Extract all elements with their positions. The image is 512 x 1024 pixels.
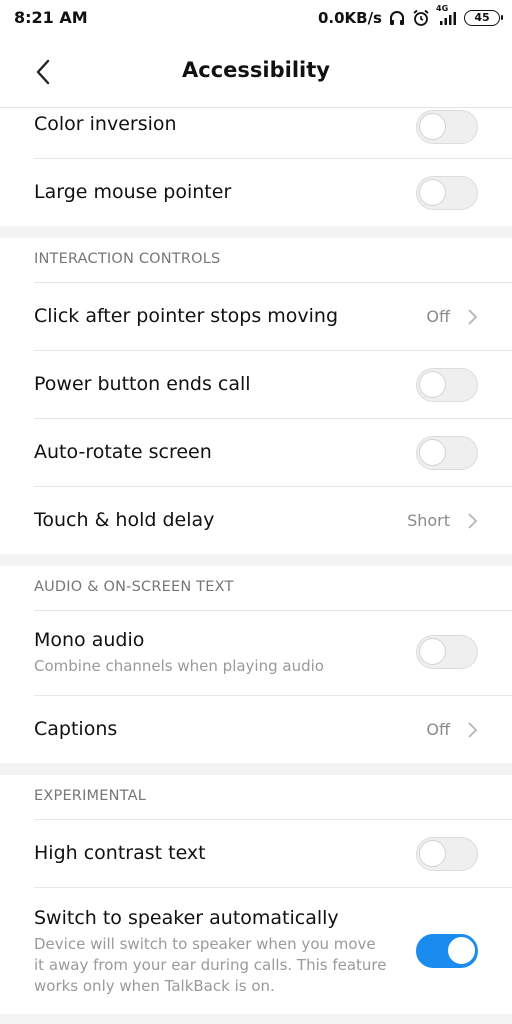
settings-list: Color inversion Large mouse pointer INTE… (0, 109, 512, 1024)
setting-value: Off (426, 307, 450, 326)
toggle-knob (419, 439, 446, 466)
alarm-icon (412, 9, 430, 27)
setting-row-switch-to-speaker[interactable]: Switch to speaker automatically Device w… (0, 888, 512, 1014)
toggle-knob (448, 937, 475, 964)
setting-value: Off (426, 720, 450, 739)
section-header-label: INTERACTION CONTROLS (34, 251, 221, 267)
chevron-right-icon (468, 722, 478, 738)
section-gap (0, 1014, 512, 1024)
setting-title: High contrast text (34, 842, 206, 864)
setting-row-power-button-ends-call[interactable]: Power button ends call (0, 351, 512, 418)
auto-rotate-screen-toggle[interactable] (416, 436, 478, 470)
chevron-right-icon (468, 309, 478, 325)
setting-row-auto-rotate-screen[interactable]: Auto-rotate screen (0, 419, 512, 486)
setting-subtitle-line: works only when TalkBack is on. (34, 977, 275, 995)
setting-row-high-contrast-text[interactable]: High contrast text (0, 820, 512, 887)
setting-title: Power button ends call (34, 373, 251, 395)
toggle-knob (419, 113, 446, 140)
toggle-knob (419, 638, 446, 665)
section-header-interaction-controls: INTERACTION CONTROLS (0, 238, 512, 282)
power-button-ends-call-toggle[interactable] (416, 368, 478, 402)
battery-icon: 45 (464, 10, 503, 26)
section-gap (0, 226, 512, 238)
setting-title: Captions (34, 718, 118, 740)
mono-audio-toggle[interactable] (416, 635, 478, 669)
toggle-knob (419, 179, 446, 206)
toggle-knob (419, 840, 446, 867)
signal-icon: 4G (436, 4, 458, 26)
status-icons: 0.0KB/s 4G 45 (317, 4, 503, 28)
setting-row-mono-audio[interactable]: Mono audio Combine channels when playing… (0, 611, 512, 695)
setting-value: Short (407, 511, 450, 530)
high-contrast-text-toggle[interactable] (416, 837, 478, 871)
section-header-experimental: EXPERIMENTAL (0, 775, 512, 819)
setting-subtitle-line: Device will switch to speaker when you m… (34, 935, 376, 953)
setting-title: Auto-rotate screen (34, 441, 212, 463)
setting-title: Touch & hold delay (34, 509, 215, 531)
section-header-label: AUDIO & ON-SCREEN TEXT (34, 579, 234, 595)
setting-title: Color inversion (34, 113, 177, 135)
section-header-label: EXPERIMENTAL (34, 788, 146, 804)
chevron-right-icon (468, 513, 478, 529)
net-speed: 0.0KB/s (317, 9, 382, 27)
large-mouse-pointer-toggle[interactable] (416, 176, 478, 210)
app-bar: Accessibility (0, 36, 512, 108)
headphones-icon (388, 9, 406, 27)
setting-row-large-mouse-pointer[interactable]: Large mouse pointer (0, 159, 512, 226)
page-title: Accessibility (182, 58, 330, 82)
status-time: 8:21 AM (14, 8, 88, 27)
status-bar: 8:21 AM 0.0KB/s 4G 45 (0, 0, 512, 36)
section-header-audio: AUDIO & ON-SCREEN TEXT (0, 566, 512, 610)
setting-row-touch-hold-delay[interactable]: Touch & hold delay Short (0, 487, 512, 554)
setting-row-click-after-pointer[interactable]: Click after pointer stops moving Off (0, 283, 512, 350)
setting-title: Click after pointer stops moving (34, 305, 339, 327)
network-type: 4G (436, 4, 449, 13)
toggle-knob (419, 371, 446, 398)
section-gap (0, 763, 512, 775)
setting-title: Mono audio (34, 629, 145, 651)
section-gap (0, 554, 512, 566)
setting-row-captions[interactable]: Captions Off (0, 696, 512, 763)
switch-to-speaker-toggle[interactable] (416, 934, 478, 968)
setting-row-color-inversion[interactable]: Color inversion (0, 109, 512, 158)
setting-title: Switch to speaker automatically (34, 907, 339, 929)
color-inversion-toggle[interactable] (416, 110, 478, 144)
setting-subtitle-line: it away from your ear during calls. This… (34, 956, 387, 974)
setting-subtitle: Combine channels when playing audio (34, 657, 324, 675)
setting-title: Large mouse pointer (34, 181, 232, 203)
